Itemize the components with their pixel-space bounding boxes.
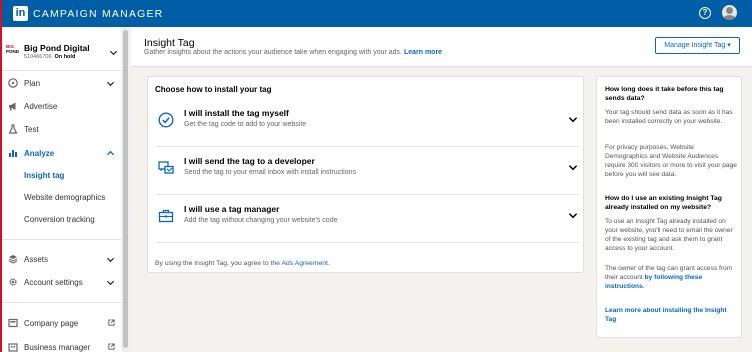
faq-answer: To use an Insight Tag already installed … (605, 218, 733, 252)
chevron-down-icon[interactable] (568, 211, 578, 220)
gear-icon (8, 277, 18, 287)
nav-website-demographics-label: Website demographics (24, 193, 106, 202)
account-status: On hold (54, 54, 76, 60)
option-desc: Get the tag code to add to your website (184, 121, 307, 128)
nav-plan[interactable]: Plan (0, 73, 121, 93)
divider (0, 302, 121, 303)
briefcase-icon (158, 208, 174, 224)
option-install-myself[interactable]: I will install the tag myself Get the ta… (155, 99, 579, 147)
nav-company-page[interactable]: Company page (0, 313, 121, 333)
nav-account-settings[interactable]: Account settings (0, 272, 121, 292)
nav-assets[interactable]: Assets (0, 249, 121, 269)
nav-company-page-label: Company page (24, 318, 79, 328)
page-subtitle: Gather insights about the actions your a… (144, 49, 443, 56)
learn-more-link[interactable]: Learn more (404, 49, 442, 56)
nav-assets-label: Assets (24, 254, 49, 264)
chevron-up-icon (106, 149, 115, 158)
option-title: I will use a tag manager (184, 204, 280, 214)
megaphone-icon (8, 101, 18, 111)
chevron-down-icon (106, 255, 115, 264)
nav-business-manager[interactable]: Business manager (0, 337, 121, 352)
page-title: Insight Tag (144, 37, 195, 49)
page-icon (8, 318, 18, 328)
faq-panel: How long does it take before this tag se… (596, 76, 742, 338)
faq-answer: The owner of the tag can grant access fr… (605, 265, 733, 290)
nav-website-demographics[interactable]: Website demographics (0, 188, 121, 208)
install-heading: Choose how to install your tag (155, 85, 272, 94)
agreement-note: By using the Insight Tag, you agree to t… (155, 260, 330, 267)
chevron-down-icon[interactable] (109, 48, 118, 57)
nav-account-settings-label: Account settings (24, 277, 83, 287)
option-title: I will install the tag myself (184, 108, 289, 118)
option-send-to-developer[interactable]: I will send the tag to a developer Send … (155, 147, 579, 195)
faq-answer: For privacy purposes, Website Demographi… (605, 144, 737, 178)
nav-analyze-label: Analyze (24, 148, 55, 158)
faq-question: How do I use an existing Insight Tag alr… (605, 195, 722, 211)
chevron-down-icon (106, 278, 115, 287)
option-tag-manager[interactable]: I will use a tag manager Add the tag wit… (155, 195, 579, 243)
flask-icon (8, 124, 18, 134)
nav-plan-label: Plan (24, 78, 41, 88)
learn-more-installing-link[interactable]: Learn more about installing the Insight … (605, 307, 727, 323)
divider (0, 70, 121, 71)
check-circle-icon (158, 112, 174, 128)
install-options-card: Choose how to install your tag I will in… (147, 76, 584, 273)
nav-conversion-tracking-label: Conversion tracking (24, 215, 95, 224)
account-meta: 510466706 On hold (24, 54, 75, 60)
account-id: 510466706 (24, 54, 52, 60)
sidebar-scroll-thumb[interactable] (123, 30, 128, 348)
app-title: CAMPAIGN MANAGER (33, 8, 164, 20)
nav-conversion-tracking[interactable]: Conversion tracking (0, 210, 121, 230)
chart-icon (8, 148, 18, 158)
assets-icon (8, 254, 18, 264)
top-bar: in CAMPAIGN MANAGER ? (0, 0, 752, 27)
option-desc: Send the tag to your email inbox with in… (184, 169, 356, 176)
nav-advertise[interactable]: Advertise (0, 96, 121, 116)
avatar[interactable] (722, 5, 737, 20)
account-name: Big Pond Digital (24, 43, 90, 53)
nav-test[interactable]: Test (0, 119, 121, 139)
option-desc: Add the tag without changing your websit… (184, 217, 338, 224)
account-status-strip (0, 0, 2, 352)
chevron-down-icon[interactable] (568, 115, 578, 124)
divider (0, 239, 121, 240)
nav-test-label: Test (24, 124, 39, 134)
option-title: I will send the tag to a developer (184, 156, 315, 166)
page-header: Insight Tag Gather insights about the ac… (131, 27, 752, 67)
business-icon (8, 342, 18, 352)
account-logo: BIG POND (6, 44, 20, 54)
faq-learn-more: Learn more about installing the Insight … (605, 306, 737, 324)
chevron-down-icon[interactable] (568, 163, 578, 172)
chat-send-icon (158, 160, 174, 176)
compass-icon (8, 78, 18, 88)
nav-insight-tag[interactable]: Insight tag (0, 166, 121, 186)
external-link-icon (108, 343, 115, 350)
external-link-icon (108, 319, 115, 326)
faq-question: How long does it take before this tag se… (605, 86, 724, 102)
nav-analyze[interactable]: Analyze (0, 143, 121, 163)
linkedin-logo[interactable]: in (13, 6, 28, 21)
chevron-down-icon (106, 79, 115, 88)
ads-agreement-link[interactable]: Ads Agreement (281, 260, 327, 267)
nav-advertise-label: Advertise (24, 101, 58, 111)
account-selector[interactable]: BIG POND Big Pond Digital 510466706 On hol… (6, 40, 118, 66)
help-icon[interactable]: ? (699, 7, 711, 19)
manage-insight-tag-button[interactable]: Manage Insight Tag ▾ (655, 37, 740, 54)
faq-answer: Your tag should send data as soon as it … (605, 109, 733, 125)
nav-business-manager-label: Business manager (24, 342, 91, 352)
nav-insight-tag-label: Insight tag (24, 171, 65, 180)
